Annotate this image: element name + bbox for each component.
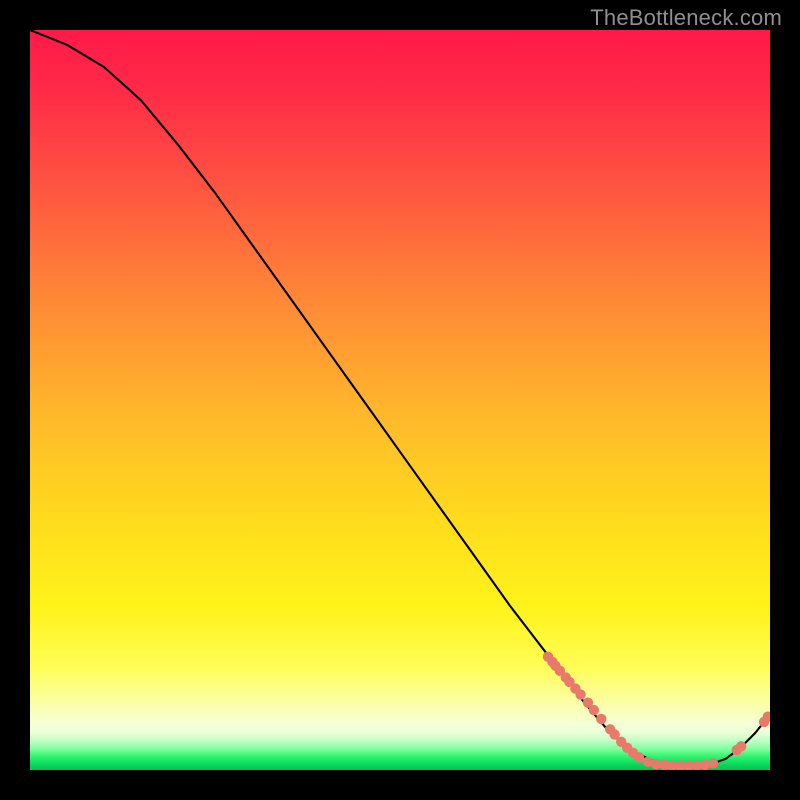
chart-stage: TheBottleneck.com bbox=[0, 0, 800, 800]
data-dot bbox=[634, 752, 644, 762]
data-dot bbox=[708, 758, 718, 768]
data-dot bbox=[596, 714, 606, 724]
data-dot bbox=[589, 705, 599, 715]
bottleneck-curve bbox=[30, 30, 770, 766]
data-dot bbox=[736, 741, 746, 751]
plot-area bbox=[30, 30, 770, 770]
curve-overlay bbox=[30, 30, 770, 770]
data-dots-group bbox=[543, 652, 770, 770]
data-dot bbox=[575, 689, 585, 699]
watermark-text: TheBottleneck.com bbox=[590, 5, 782, 31]
